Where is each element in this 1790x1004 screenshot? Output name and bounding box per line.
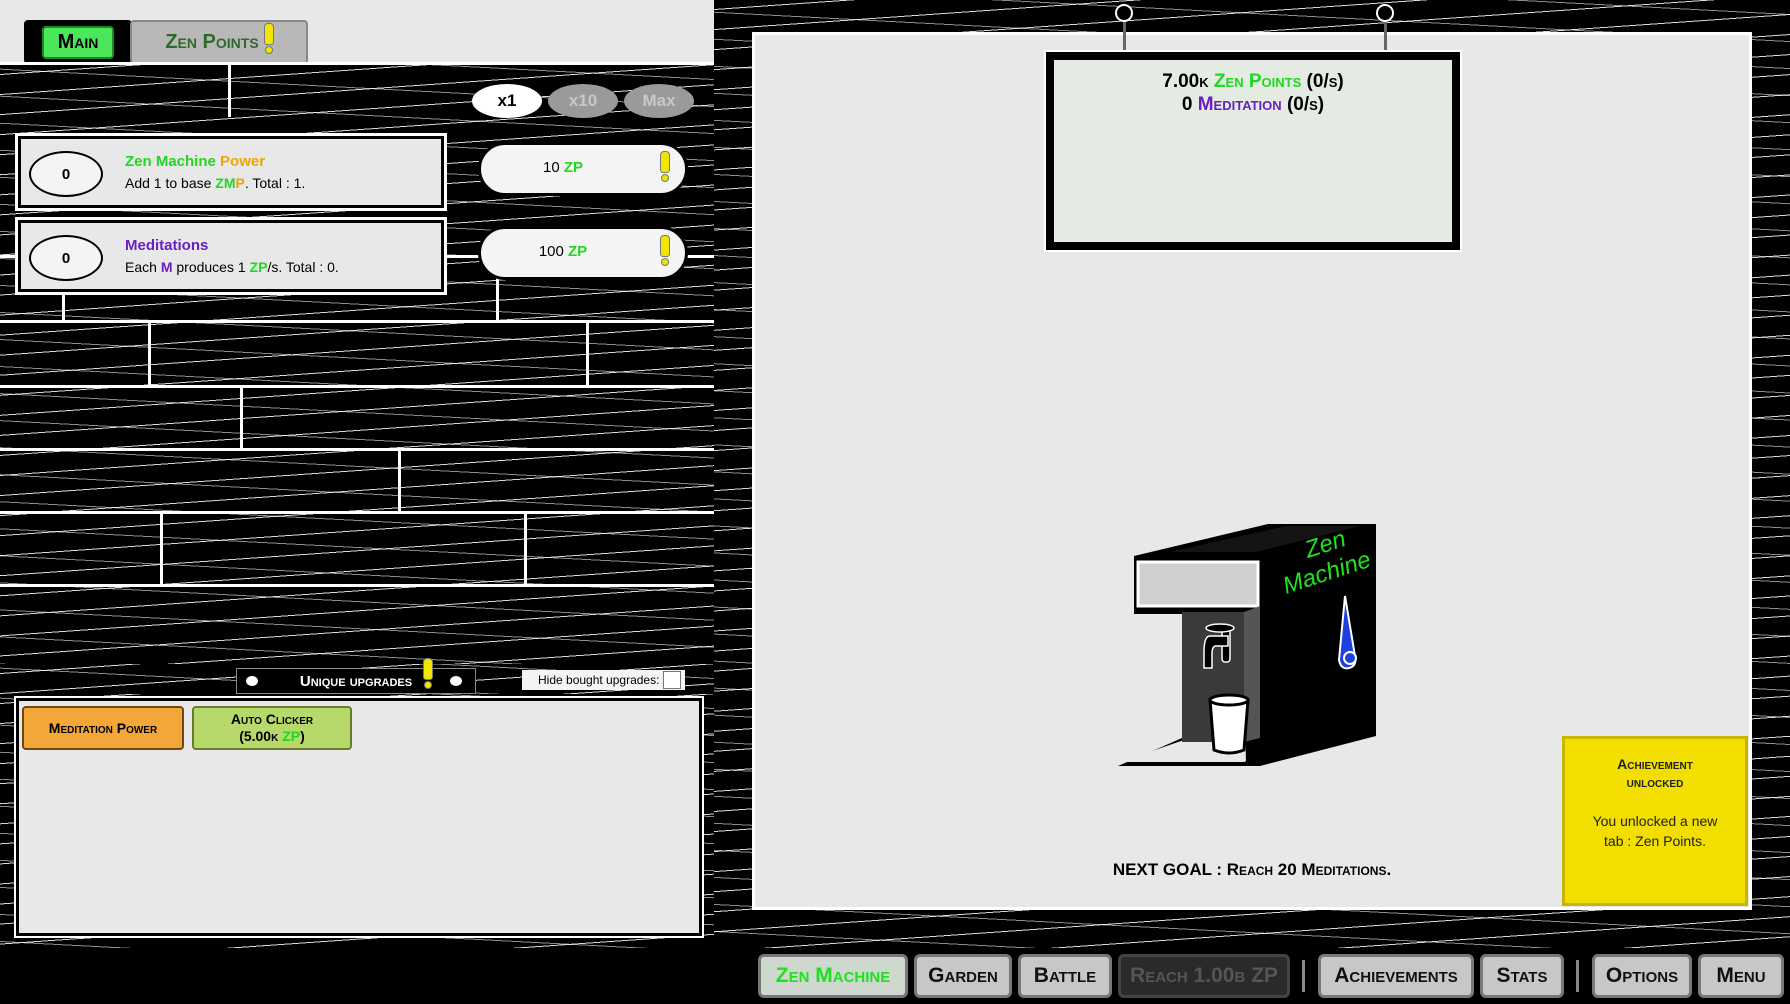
- upgrade-meditations: 0 Meditations Each M produces 1 ZP/s. To…: [15, 217, 447, 295]
- upgrade-description: Add 1 to base ZMP. Total : 1.: [125, 175, 306, 191]
- nav-separator: [1576, 960, 1579, 992]
- hide-bought-toggle[interactable]: Hide bought upgrades:: [522, 670, 686, 690]
- nav-garden[interactable]: Garden: [914, 954, 1012, 998]
- nav-options[interactable]: Options: [1592, 954, 1692, 998]
- nav-locked-tab: Reach 1.00b ZP: [1118, 954, 1290, 998]
- affordable-alert-icon: [659, 151, 670, 182]
- dot-icon: [450, 676, 462, 686]
- alert-icon: [263, 23, 274, 54]
- zen-machine[interactable]: Zen Machine: [1110, 516, 1390, 776]
- multiplier-x10-button[interactable]: x10: [548, 84, 618, 118]
- nav-battle[interactable]: Battle: [1018, 954, 1112, 998]
- upgrade-level-badge: 0: [29, 151, 103, 197]
- achievement-message: You unlocked a new tab : Zen Points.: [1592, 813, 1718, 849]
- multiplier-max-button[interactable]: Max: [624, 84, 694, 118]
- ring-icon: [1115, 4, 1133, 22]
- left-panel: Main Zen Points x1 x10 Max 0 Zen Machine…: [0, 0, 714, 948]
- upgrade-level-badge: 0: [29, 235, 103, 281]
- buy-zen-machine-power-button[interactable]: 10 ZP: [478, 142, 688, 196]
- buy-meditations-button[interactable]: 100 ZP: [478, 226, 688, 280]
- buy-multiplier-group: x1 x10 Max: [472, 84, 694, 118]
- nav-separator: [1302, 960, 1305, 992]
- dot-icon: [246, 676, 258, 686]
- upgrade-zen-machine-power: 0 Zen Machine Power Add 1 to base ZMP. T…: [15, 133, 447, 211]
- upgrade-description: Each M produces 1 ZP/s. Total : 0.: [125, 259, 339, 275]
- upgrade-cost: 100 ZP: [538, 243, 588, 260]
- meditation-power-upgrade-button[interactable]: Meditation Power: [22, 706, 184, 750]
- upgrade-name: Zen Machine Power: [125, 153, 266, 170]
- multiplier-x1-button[interactable]: x1: [472, 84, 542, 118]
- nav-menu[interactable]: Menu: [1698, 954, 1784, 998]
- unique-alert-icon: [422, 658, 433, 689]
- achievement-title: Achievement unlocked: [1617, 756, 1693, 790]
- tab-zen-points[interactable]: Zen Points: [130, 20, 308, 64]
- upgrade-name: Meditations: [125, 237, 209, 254]
- tab-zen-points-label: Zen Points: [165, 30, 259, 53]
- nav-zen-machine[interactable]: Zen Machine: [758, 954, 908, 998]
- tab-main[interactable]: Main: [24, 20, 132, 64]
- nav-achievements[interactable]: Achievements: [1318, 954, 1474, 998]
- ring-icon: [1376, 4, 1394, 22]
- resource-sign: 7.00k Zen Points (0/s) 0 Meditation (0/s…: [1044, 50, 1462, 252]
- nav-stats[interactable]: Stats: [1480, 954, 1564, 998]
- tab-main-label: Main: [41, 25, 115, 59]
- achievement-popup[interactable]: Achievement unlocked You unlocked a new …: [1562, 736, 1748, 906]
- upgrade-cost: 10 ZP: [542, 159, 584, 176]
- affordable-alert-icon: [659, 235, 670, 266]
- hide-bought-checkbox[interactable]: [663, 671, 682, 689]
- meditation-readout: 0 Meditation (0/s): [1181, 94, 1325, 115]
- zen-points-readout: 7.00k Zen Points (0/s): [1162, 71, 1344, 92]
- auto-clicker-upgrade-button[interactable]: Auto Clicker (5.00k ZP): [192, 706, 352, 750]
- unique-upgrades-header[interactable]: Unique upgrades: [236, 668, 476, 694]
